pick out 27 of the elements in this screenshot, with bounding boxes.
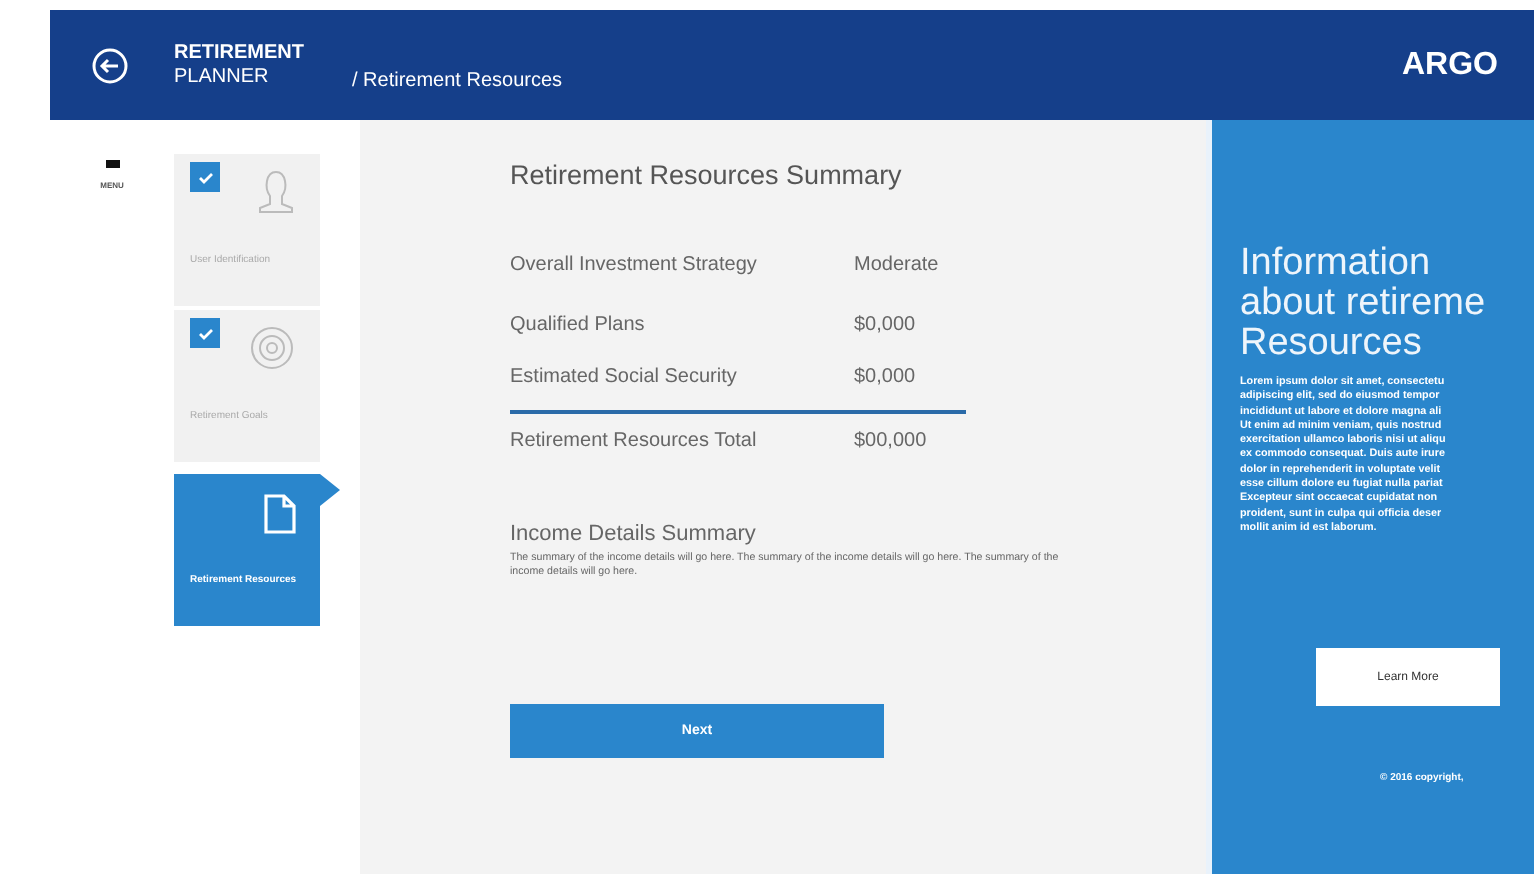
app-title: RETIREMENT xyxy=(174,41,304,65)
row-value: Moderate xyxy=(854,253,941,275)
app-subtitle: PLANNER xyxy=(174,65,271,89)
row-label: Retirement Resources Total xyxy=(510,429,757,451)
checkmark-icon xyxy=(197,327,213,339)
checkbox[interactable] xyxy=(190,162,220,192)
checkbox[interactable] xyxy=(190,318,220,348)
target-icon xyxy=(248,324,296,372)
info-title: Resources xyxy=(1240,324,1424,364)
person-icon xyxy=(256,168,296,216)
checkmark-icon xyxy=(197,171,213,183)
document-icon xyxy=(264,494,296,534)
row-label: Qualified Plans xyxy=(510,313,645,335)
breadcrumb: / Retirement Resources xyxy=(352,70,563,92)
summary-title: Retirement Resources Summary xyxy=(510,160,904,190)
row-label: Estimated Social Security xyxy=(510,365,737,387)
row-label: Overall Investment Strategy xyxy=(510,253,757,275)
menu-icon[interactable] xyxy=(105,160,119,168)
row-value: $0,000 xyxy=(854,313,918,335)
logo: ARGO xyxy=(1402,47,1498,83)
income-title: Income Details Summary xyxy=(510,522,758,546)
row-value: $00,000 xyxy=(854,429,929,451)
pointer-icon xyxy=(320,474,340,506)
row-value: $0,000 xyxy=(854,365,918,387)
info-title: Information xyxy=(1240,244,1433,284)
back-button[interactable] xyxy=(90,45,130,85)
info-title: about retireme xyxy=(1240,284,1488,324)
